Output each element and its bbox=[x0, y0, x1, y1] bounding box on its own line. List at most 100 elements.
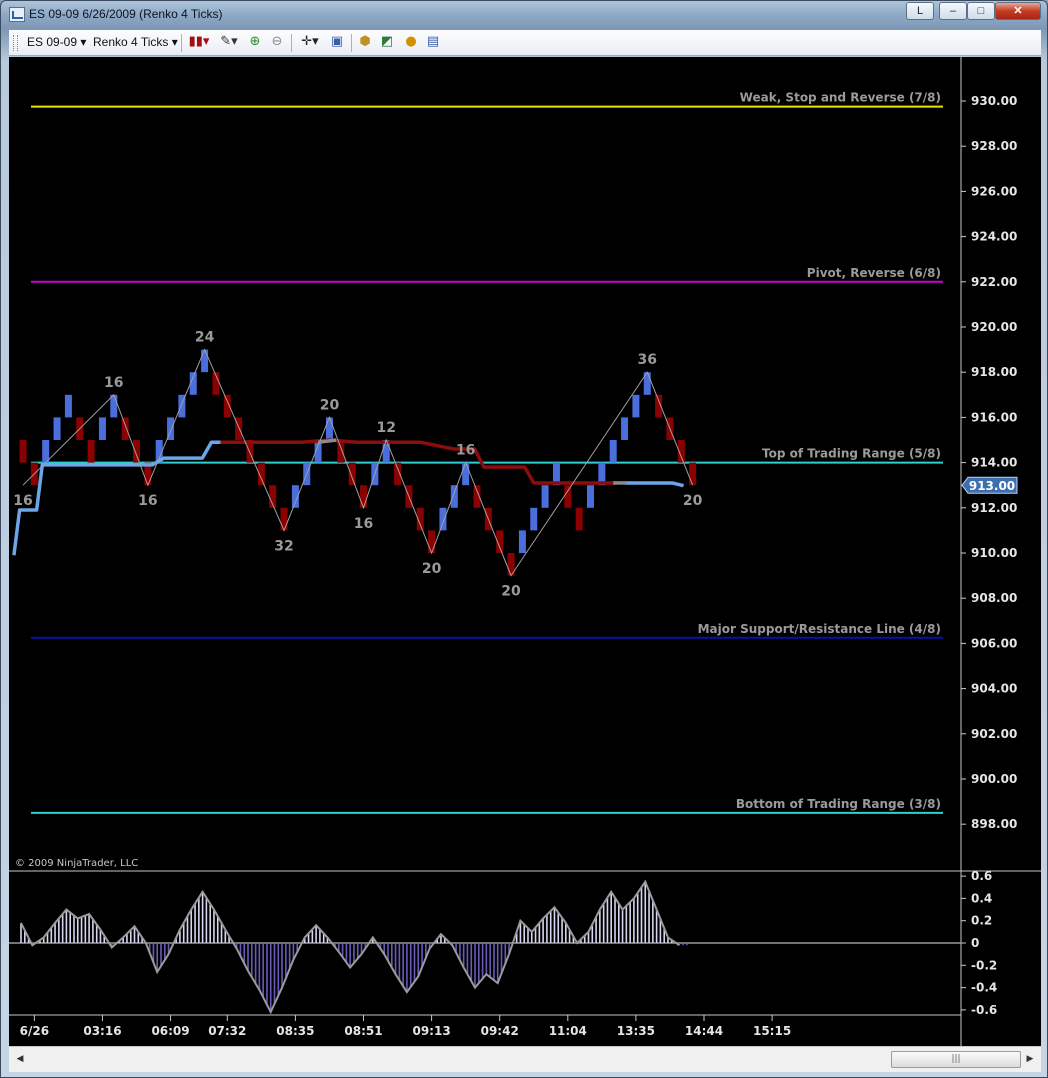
renko-brick-down bbox=[19, 440, 27, 463]
renko-brick-up bbox=[325, 417, 333, 440]
price-tick-label: 916.00 bbox=[971, 410, 1017, 424]
scroll-left-arrow-icon[interactable]: ◀ bbox=[15, 1053, 25, 1065]
renko-brick-up bbox=[621, 417, 629, 440]
murrey-line-label: Major Support/Resistance Line (4/8) bbox=[698, 622, 941, 636]
crosshair-icon[interactable]: ✛▾ bbox=[297, 34, 323, 50]
scrollbar-thumb[interactable]: ||| bbox=[891, 1051, 1021, 1068]
horizontal-scrollbar[interactable]: ◀ ||| ▶ bbox=[9, 1046, 1041, 1072]
osc-tick-label: 0 bbox=[971, 936, 979, 950]
chevron-down-icon: ▾ bbox=[80, 35, 87, 49]
renko-brick-down bbox=[337, 440, 345, 463]
renko-brick-down bbox=[360, 485, 367, 508]
swing-count-label: 16 bbox=[13, 493, 32, 509]
time-axis-label: 08:51 bbox=[344, 1024, 382, 1038]
chart-trader-icon[interactable]: ▤ bbox=[425, 34, 441, 50]
zoom-out-icon[interactable]: ⊖ bbox=[269, 34, 285, 50]
renko-brick-up bbox=[541, 485, 549, 508]
renko-brick-down bbox=[133, 440, 140, 463]
price-chart[interactable]: 930.00 928.00 926.00 924.00 922.00 920.00 918.… bbox=[9, 57, 1041, 1046]
chart-window: ES 09-09 6/26/2009 (Renko 4 Ticks) L – □… bbox=[0, 0, 1048, 1078]
renko-brick-up bbox=[632, 394, 640, 418]
price-tick-label: 906.00 bbox=[971, 636, 1017, 650]
trend-line-blue-end bbox=[624, 481, 684, 488]
title-bar[interactable]: ES 09-09 6/26/2009 (Renko 4 Ticks) L – □… bbox=[1, 1, 1047, 29]
renko-brick-up bbox=[110, 394, 118, 418]
osc-tick-label: -0.2 bbox=[971, 958, 997, 972]
price-tick-label: 912.00 bbox=[971, 501, 1017, 515]
renko-brick-up bbox=[64, 394, 72, 418]
time-axis-label: 13:35 bbox=[617, 1024, 655, 1038]
murrey-line-label: Top of Trading Range (5/8) bbox=[762, 447, 941, 461]
chart-type-selector[interactable]: Renko 4 Ticks ▾ bbox=[93, 35, 178, 49]
copyright-text: © 2009 NinjaTrader, LLC bbox=[15, 858, 138, 869]
swing-count-label: 12 bbox=[376, 420, 395, 436]
swing-count-label: 16 bbox=[456, 443, 475, 459]
price-tick-label: 930.00 bbox=[971, 94, 1017, 108]
swing-count-label: 20 bbox=[501, 584, 521, 600]
renko-brick-up bbox=[439, 507, 447, 531]
price-tick-label: 908.00 bbox=[971, 591, 1017, 605]
price-tick-label: 924.00 bbox=[971, 230, 1017, 244]
drawing-pencil-icon[interactable]: ✎▾ bbox=[217, 34, 241, 50]
swing-count-label: 16 bbox=[354, 516, 373, 532]
renko-brick-up bbox=[201, 349, 209, 373]
time-axis-label: 6/26 bbox=[20, 1024, 49, 1038]
chart-toolbar: ES 09-09 ▾ Renko 4 Ticks ▾ ▮▮▾ ✎▾ ⊕ ⊖ ✛▾… bbox=[9, 30, 1041, 56]
current-price-label: 913.00 bbox=[969, 479, 1015, 493]
swing-count-label: 16 bbox=[104, 375, 123, 391]
swing-count-label: 16 bbox=[138, 493, 157, 509]
time-axis-label: 07:32 bbox=[208, 1024, 246, 1038]
osc-tick-label: 0.2 bbox=[971, 914, 992, 928]
properties-icon[interactable]: ▣ bbox=[329, 34, 345, 50]
renko-brick-up bbox=[53, 417, 61, 440]
murrey-line-label: Weak, Stop and Reverse (7/8) bbox=[740, 91, 941, 105]
instrument-label: ES 09-09 bbox=[27, 35, 78, 49]
chart-panel[interactable]: 930.00 928.00 926.00 924.00 922.00 920.00 918.… bbox=[9, 57, 1041, 1046]
price-tick-label: 926.00 bbox=[971, 184, 1017, 198]
instrument-selector[interactable]: ES 09-09 ▾ bbox=[27, 35, 86, 49]
renko-brick-up bbox=[587, 485, 594, 508]
renko-brick-up bbox=[42, 440, 50, 463]
renko-brick-down bbox=[121, 417, 129, 440]
time-axis-label: 11:04 bbox=[549, 1024, 587, 1038]
toolbar-separator bbox=[291, 34, 292, 52]
osc-tick-label: -0.4 bbox=[971, 981, 997, 995]
osc-tick-label: -0.6 bbox=[971, 1003, 997, 1017]
toolbar-grip[interactable] bbox=[13, 35, 18, 51]
strategies-icon[interactable]: ⬢ bbox=[357, 34, 373, 50]
osc-tick-label: 0.6 bbox=[971, 869, 992, 883]
bar-style-icon[interactable]: ▮▮▾ bbox=[187, 34, 211, 50]
renko-brick-down bbox=[575, 507, 583, 531]
renko-brick-down bbox=[280, 507, 288, 531]
chart-type-label: Renko 4 Ticks bbox=[93, 35, 169, 49]
renko-brick-up bbox=[518, 530, 526, 553]
data-box-icon[interactable]: ● bbox=[403, 34, 419, 50]
renko-brick-down bbox=[564, 485, 572, 508]
time-axis-label: 09:42 bbox=[481, 1024, 519, 1038]
price-tick-label: 902.00 bbox=[971, 727, 1017, 741]
osc-tick-label: 0.4 bbox=[971, 891, 992, 905]
price-tick-label: 900.00 bbox=[971, 772, 1017, 786]
renko-brick-up bbox=[530, 507, 538, 531]
zoom-in-icon[interactable]: ⊕ bbox=[247, 34, 263, 50]
swing-count-label: 20 bbox=[422, 561, 442, 577]
price-tick-label: 898.00 bbox=[971, 817, 1017, 831]
renko-brick-down bbox=[428, 530, 436, 553]
price-tick-label: 928.00 bbox=[971, 139, 1017, 153]
close-button[interactable]: ✕ bbox=[995, 2, 1041, 20]
price-tick-label: 914.00 bbox=[971, 456, 1017, 470]
layout-button[interactable]: L bbox=[906, 2, 934, 20]
swing-count-label: 24 bbox=[195, 330, 215, 346]
indicators-icon[interactable]: ◩ bbox=[379, 34, 395, 50]
toolbar-separator bbox=[351, 34, 352, 52]
scroll-right-arrow-icon[interactable]: ▶ bbox=[1025, 1053, 1035, 1065]
renko-brick-down bbox=[348, 462, 356, 486]
maximize-button[interactable]: □ bbox=[967, 2, 995, 20]
swing-count-label: 20 bbox=[320, 397, 340, 413]
time-axis-label: 03:16 bbox=[83, 1024, 121, 1038]
renko-brick-down bbox=[87, 440, 95, 463]
chart-app-icon bbox=[9, 7, 25, 22]
price-tick-label: 904.00 bbox=[971, 682, 1017, 696]
minimize-button[interactable]: – bbox=[939, 2, 967, 20]
toolbar-separator bbox=[181, 34, 182, 52]
